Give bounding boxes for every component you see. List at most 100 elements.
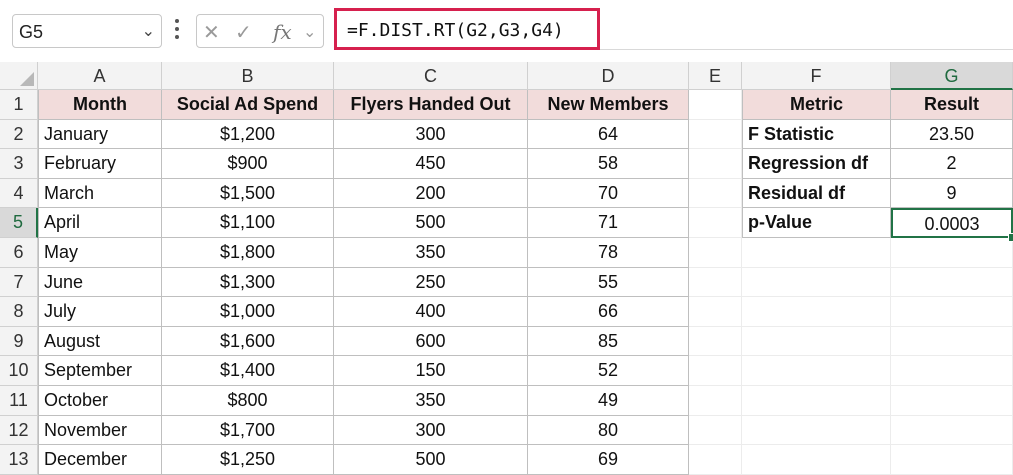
result-header-cell[interactable]: Metric	[742, 90, 891, 120]
value-cell[interactable]: 85	[528, 326, 689, 357]
value-cell[interactable]: $900	[162, 149, 334, 179]
empty-cell[interactable]	[742, 386, 891, 416]
empty-cell[interactable]	[689, 386, 742, 416]
empty-cell[interactable]	[689, 297, 742, 327]
value-cell[interactable]: $1,300	[162, 267, 334, 298]
empty-cell[interactable]	[742, 356, 891, 386]
value-cell[interactable]: 350	[334, 238, 528, 268]
column-header-g[interactable]: G	[891, 62, 1013, 90]
value-cell[interactable]: 55	[528, 267, 689, 298]
value-cell[interactable]: 200	[334, 178, 528, 209]
row-header-4[interactable]: 4	[0, 178, 38, 209]
value-cell[interactable]: 80	[528, 415, 689, 446]
empty-cell[interactable]	[689, 149, 742, 179]
month-cell[interactable]: April	[38, 208, 162, 238]
metric-label-cell[interactable]: Regression df	[742, 149, 891, 179]
empty-cell[interactable]	[891, 238, 1013, 268]
month-cell[interactable]: May	[38, 238, 162, 268]
table-header-cell[interactable]: New Members	[528, 90, 689, 120]
empty-cell[interactable]	[891, 445, 1013, 475]
row-header-3[interactable]: 3	[0, 149, 38, 179]
empty-cell[interactable]	[689, 445, 742, 475]
month-cell[interactable]: October	[38, 386, 162, 416]
month-cell[interactable]: December	[38, 445, 162, 475]
fx-icon[interactable]: fx	[273, 20, 292, 44]
value-cell[interactable]: 69	[528, 445, 689, 475]
value-cell[interactable]: 58	[528, 149, 689, 179]
value-cell[interactable]: 70	[528, 178, 689, 209]
empty-cell[interactable]	[689, 90, 742, 120]
empty-cell[interactable]	[891, 297, 1013, 327]
metric-label-cell[interactable]: p-Value	[742, 208, 891, 238]
column-header-f[interactable]: F	[742, 62, 891, 90]
column-header-a[interactable]: A	[38, 62, 162, 90]
value-cell[interactable]: $1,400	[162, 356, 334, 386]
kebab-icon[interactable]	[174, 16, 180, 44]
empty-cell[interactable]	[689, 119, 742, 150]
empty-cell[interactable]	[891, 356, 1013, 386]
value-cell[interactable]: 500	[334, 445, 528, 475]
result-value-cell[interactable]: 2	[891, 149, 1013, 179]
empty-cell[interactable]	[689, 208, 742, 238]
chevron-down-icon[interactable]: ⌄	[142, 21, 155, 41]
empty-cell[interactable]	[891, 415, 1013, 446]
cancel-x-icon[interactable]: ✕	[203, 20, 220, 45]
checkmark-icon[interactable]: ✓	[235, 20, 252, 45]
column-header-c[interactable]: C	[334, 62, 528, 90]
row-header-8[interactable]: 8	[0, 297, 38, 327]
value-cell[interactable]: $1,700	[162, 415, 334, 446]
value-cell[interactable]: 300	[334, 119, 528, 150]
value-cell[interactable]: 71	[528, 208, 689, 238]
row-header-9[interactable]: 9	[0, 326, 38, 357]
value-cell[interactable]: 500	[334, 208, 528, 238]
value-cell[interactable]: 52	[528, 356, 689, 386]
empty-cell[interactable]	[742, 297, 891, 327]
value-cell[interactable]: 350	[334, 386, 528, 416]
row-header-11[interactable]: 11	[0, 386, 38, 416]
month-cell[interactable]: November	[38, 415, 162, 446]
empty-cell[interactable]	[742, 415, 891, 446]
value-cell[interactable]: 64	[528, 119, 689, 150]
value-cell[interactable]: 66	[528, 297, 689, 327]
month-cell[interactable]: September	[38, 356, 162, 386]
active-cell-g5[interactable]: 0.0003	[891, 208, 1013, 238]
metric-label-cell[interactable]: Residual df	[742, 178, 891, 209]
value-cell[interactable]: $800	[162, 386, 334, 416]
month-cell[interactable]: August	[38, 326, 162, 357]
empty-cell[interactable]	[742, 267, 891, 298]
value-cell[interactable]: 450	[334, 149, 528, 179]
value-cell[interactable]: $1,800	[162, 238, 334, 268]
column-header-d[interactable]: D	[528, 62, 689, 90]
result-value-cell[interactable]: 23.50	[891, 119, 1013, 150]
value-cell[interactable]: 600	[334, 326, 528, 357]
metric-label-cell[interactable]: F Statistic	[742, 119, 891, 150]
table-header-cell[interactable]: Social Ad Spend	[162, 90, 334, 120]
column-header-b[interactable]: B	[162, 62, 334, 90]
empty-cell[interactable]	[891, 326, 1013, 357]
name-box[interactable]: G5 ⌄	[12, 14, 162, 48]
empty-cell[interactable]	[689, 267, 742, 298]
column-header-e[interactable]: E	[689, 62, 742, 90]
fill-handle[interactable]	[1008, 233, 1013, 242]
empty-cell[interactable]	[689, 178, 742, 209]
row-header-13[interactable]: 13	[0, 445, 38, 475]
empty-cell[interactable]	[742, 445, 891, 475]
value-cell[interactable]: 78	[528, 238, 689, 268]
row-header-2[interactable]: 2	[0, 119, 38, 150]
month-cell[interactable]: February	[38, 149, 162, 179]
value-cell[interactable]: $1,200	[162, 119, 334, 150]
empty-cell[interactable]	[742, 326, 891, 357]
row-header-12[interactable]: 12	[0, 415, 38, 446]
empty-cell[interactable]	[689, 356, 742, 386]
month-cell[interactable]: July	[38, 297, 162, 327]
row-header-5[interactable]: 5	[0, 208, 38, 238]
month-cell[interactable]: June	[38, 267, 162, 298]
value-cell[interactable]: $1,000	[162, 297, 334, 327]
row-header-10[interactable]: 10	[0, 356, 38, 386]
empty-cell[interactable]	[689, 326, 742, 357]
month-cell[interactable]: March	[38, 178, 162, 209]
value-cell[interactable]: $1,100	[162, 208, 334, 238]
empty-cell[interactable]	[689, 238, 742, 268]
select-all-corner[interactable]	[0, 62, 38, 90]
value-cell[interactable]: 49	[528, 386, 689, 416]
